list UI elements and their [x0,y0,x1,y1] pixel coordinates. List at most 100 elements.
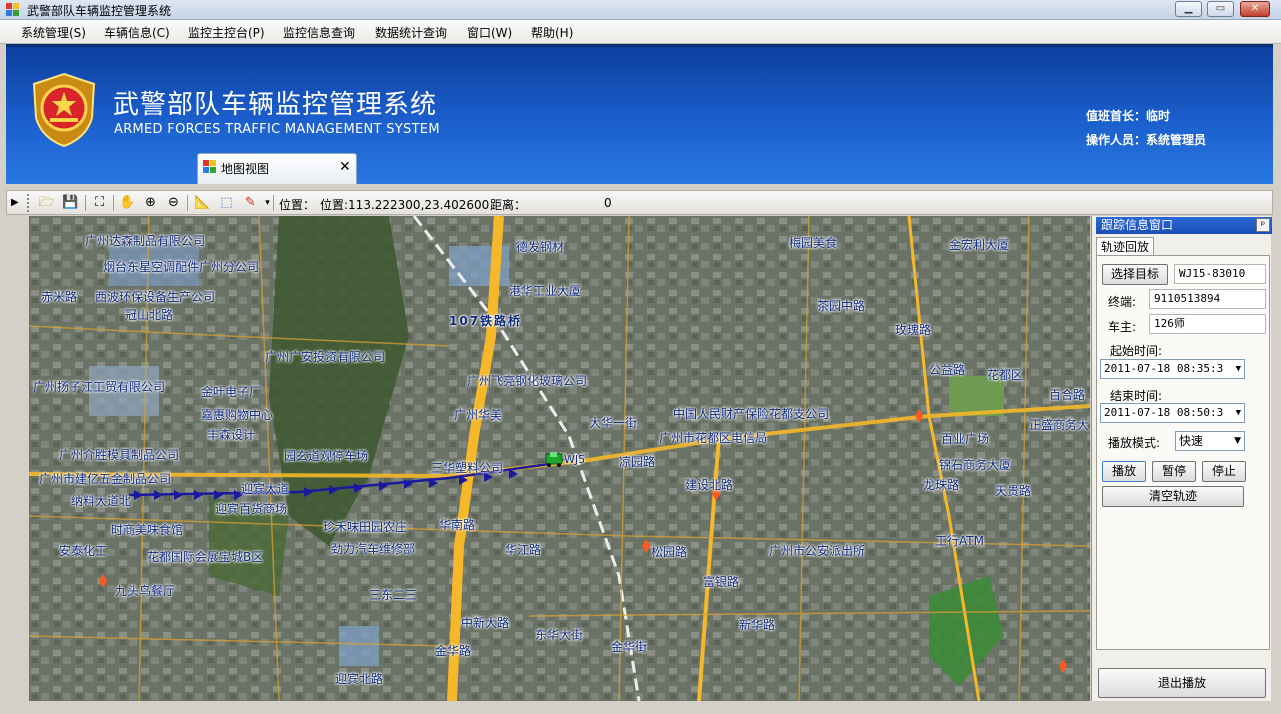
stop-button[interactable]: 停止 [1202,461,1246,482]
menu-statistics[interactable]: 数据统计查询 [375,24,447,41]
map-label: 金华街 [611,640,648,654]
menu-monitor-query[interactable]: 监控信息查询 [283,24,355,41]
clear-track-button[interactable]: 清空轨迹 [1102,486,1244,507]
map-label: 凉园路 [619,455,656,469]
tracking-info-panel: 跟踪信息窗口 ᵖ 轨迹回放 选择目标 WJ15-83010 终端: 911051… [1091,216,1272,701]
map-label: 纳料大道北 [71,494,132,508]
select-icon[interactable]: ⬚ [217,194,236,212]
tab-map-view-label: 地图视图 [221,162,270,176]
map-label: 冠山北路 [125,308,174,322]
system-title-cn: 武警部队车辆监控管理系统 [113,90,438,120]
map-label: 工行ATM [935,534,984,548]
map-label: 广州华美 [454,408,503,422]
zoom-out-icon[interactable]: ⊖ [164,194,183,212]
menu-bar: 系统管理(S) 车辆信息(C) 监控主控台(P) 监控信息查询 数据统计查询 窗… [0,20,1281,44]
terminal-field[interactable]: 9110513894 [1149,289,1266,309]
pause-button[interactable]: 暂停 [1152,461,1196,482]
tab-track-playback[interactable]: 轨迹回放 [1096,237,1154,256]
play-button[interactable]: 播放 [1102,461,1146,482]
toolbar-expand-icon[interactable]: ▶ [11,197,19,208]
map-label: 松园路 [651,545,688,559]
select-target-button[interactable]: 选择目标 [1102,264,1168,285]
map-label: 园玄道观停车场 [284,449,369,463]
map-label: 金宏利大厦 [949,238,1010,252]
app-icon [6,3,20,16]
map-label: 玫瑰路 [895,323,932,337]
menu-help[interactable]: 帮助(H) [531,24,573,41]
start-time-picker[interactable]: 2011-07-18 08:35:3 ▼ [1100,359,1245,379]
map-label: 广州飞亮钢化玻璃公司 [467,374,588,388]
menu-window[interactable]: 窗口(W) [467,24,512,41]
maximize-button[interactable]: ▭ [1207,1,1234,17]
playback-mode-label: 播放模式: [1108,436,1161,450]
chevron-down-icon: ▼ [1234,436,1241,446]
map-label: 花都国际会展宝城B区 [147,550,264,564]
map-label: 东华大街 [535,628,584,642]
map-toolbar: ▶ 🗁 💾 ⛶ ✋ ⊕ ⊖ 📐 ⬚ ✎ ▾ 位置： 位置:113.222300,… [6,190,1273,215]
target-field[interactable]: WJ15-83010 [1174,264,1266,284]
map-label: 西波环保设备生产公司 [95,290,216,304]
track-playback-body: 选择目标 WJ15-83010 终端: 9110513894 车主: 126师 … [1096,255,1270,650]
operator: 操作人员：系统管理员 [1086,133,1207,147]
map-label: 龙珠路 [923,478,960,492]
map-label: 花都区 [987,368,1024,382]
map-label: 珍禾味田园农庄 [323,520,408,534]
map-label: 九头鸟餐厅 [115,584,176,598]
distance-label: 距离： [490,198,527,212]
map-canvas[interactable]: 广州达森制品有限公司 德发钢材 烟台东星空调配件广州分公司 港华工业大厦 赤米路… [29,216,1090,701]
map-label: 新华路 [739,618,776,632]
map-label: 中国人民财产保险花都支公司 [673,407,830,421]
tab-map-view[interactable]: 地图视图 ✕ [197,153,357,184]
chevron-down-icon: ▼ [1235,364,1241,374]
chevron-down-icon: ▼ [1235,408,1241,418]
menu-vehicle[interactable]: 车辆信息(C) [104,24,170,41]
map-label: 德发钢材 [516,240,565,254]
map-label: 安泰化工 [59,544,108,558]
pin-icon[interactable]: ᵖ [1256,218,1270,232]
map-label: 建设北路 [685,478,734,492]
duty-officer: 值班首长：临时 [1086,109,1171,123]
zoom-in-icon[interactable]: ⊕ [141,194,160,212]
system-title-en: ARMED FORCES TRAFFIC MANAGEMENT SYSTEM [114,122,440,137]
map-label: 赤米路 [41,290,78,304]
eraser-dropdown-icon[interactable]: ▾ [258,194,277,212]
map-label: 华江路 [505,543,542,557]
map-label: 迎宾百货商场 [215,502,288,516]
toolbar-grip[interactable] [27,194,31,212]
save-icon[interactable]: 💾 [61,194,80,212]
owner-field[interactable]: 126师 [1149,314,1266,334]
menu-console[interactable]: 监控主控台(P) [188,24,265,41]
measure-icon[interactable]: 📐 [193,194,212,212]
map-label: 广州市花都区电信局 [659,431,768,445]
playback-mode-select[interactable]: 快速 ▼ [1175,431,1245,451]
map-label: 锦石商务大厦 [939,458,1012,472]
owner-label: 车主: [1108,320,1137,334]
menu-system[interactable]: 系统管理(S) [21,24,86,41]
close-button[interactable]: ✕ [1240,1,1270,17]
end-time-label: 结束时间: [1110,389,1163,403]
tracking-panel-header: 跟踪信息窗口 ᵖ [1096,217,1272,234]
map-label: 大华一街 [589,416,638,430]
open-folder-icon[interactable]: 🗁 [37,194,56,212]
window-title: 武警部队车辆监控管理系统 [27,4,172,18]
end-time-picker[interactable]: 2011-07-18 08:50:3 ▼ [1100,403,1245,423]
terminal-label: 终端: [1108,295,1137,309]
map-label: 烟台东星空调配件广州分公司 [103,260,260,274]
minimize-button[interactable]: ▁ [1175,1,1202,17]
map-label: 广州市建亿五金制品公司 [39,472,172,486]
position-label: 位置： [279,198,316,212]
full-extent-icon[interactable]: ⛶ [90,194,109,212]
map-label: 公益路 [929,363,966,377]
map-label: 金叶电子厂 [201,385,262,399]
map-label: 广州广安投资有限公司 [265,350,386,364]
pan-hand-icon[interactable]: ✋ [118,194,137,212]
exit-playback-button[interactable]: 退出播放 [1098,668,1266,698]
map-label: 金华路 [435,644,472,658]
map-label: 百合路 [1049,388,1086,402]
map-label: 迎宾北路 [335,672,384,686]
map-label: 107铁路桥 [449,314,523,328]
map-label: 正盛商务大 [1029,418,1090,432]
map-label: 丰森设计 [207,428,256,442]
map-label: 嘉惠购物中心 [201,408,274,422]
tab-close-icon[interactable]: ✕ [339,159,351,175]
